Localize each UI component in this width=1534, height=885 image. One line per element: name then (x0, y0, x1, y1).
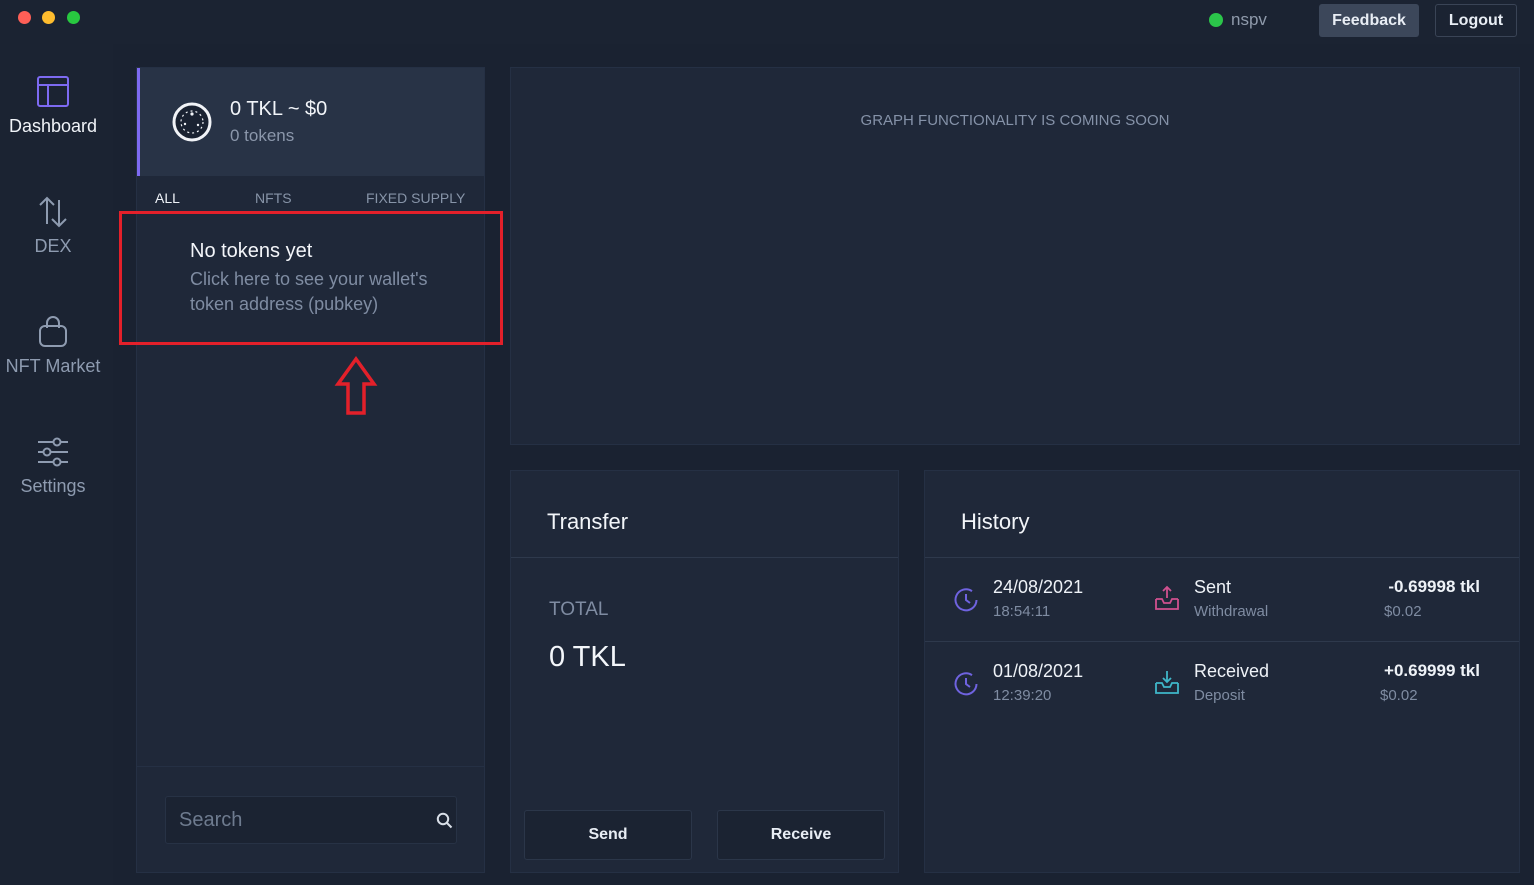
history-title: History (961, 509, 1030, 534)
tab-nfts[interactable]: NFTS (255, 190, 292, 206)
inbox-icon (1155, 671, 1179, 694)
total-label: TOTAL (549, 599, 609, 620)
history-subtype: Deposit (1194, 687, 1245, 704)
wallet-token-count: 0 tokens (230, 126, 295, 145)
annotation-arrow-up-icon (334, 356, 378, 415)
wallet-balance: 0 TKL ~ $0 (230, 98, 328, 120)
total-value: 0 TKL (549, 641, 626, 673)
swap-arrows-icon (39, 196, 67, 228)
search-icon[interactable] (436, 812, 453, 829)
transfer-title: Transfer (547, 509, 629, 534)
coin-icon (172, 102, 212, 142)
history-usd: $0.02 (1384, 603, 1422, 620)
history-time: 18:54:11 (993, 603, 1051, 620)
tab-fixed-supply[interactable]: FIXED SUPPLY (366, 190, 465, 206)
history-amount: +0.69999 tkl (1384, 661, 1480, 680)
tab-all[interactable]: ALL (155, 190, 180, 206)
receive-button[interactable]: Receive (717, 810, 885, 860)
search-input[interactable] (166, 797, 426, 843)
token-filter-tabs: ALL NFTS FIXED SUPPLY (137, 190, 484, 212)
sidebar: Dashboard DEX NFT Market Settings (0, 44, 113, 885)
annotation-highlight-box (119, 211, 503, 345)
graph-panel: GRAPH FUNCTIONALITY IS COMING SOON (510, 67, 1520, 445)
history-amount: -0.69998 tkl (1388, 577, 1480, 596)
history-panel: History 24/08/2021 18:54:11 Sent Withdra… (924, 470, 1520, 873)
history-usd: $0.02 (1380, 687, 1418, 704)
shopping-bag-icon (39, 316, 67, 347)
maximize-window-button[interactable] (67, 11, 80, 24)
search-box (165, 796, 457, 844)
history-time: 12:39:20 (993, 687, 1052, 704)
history-row[interactable]: 24/08/2021 18:54:11 Sent Withdrawal -0.6… (925, 558, 1519, 642)
dashboard-icon (37, 76, 69, 107)
wallet-panel: 0 TKL ~ $0 0 tokens ALL NFTS FIXED SUPPL… (136, 67, 485, 873)
send-button[interactable]: Send (524, 810, 692, 860)
history-row[interactable]: 01/08/2021 12:39:20 Received Deposit +0.… (925, 642, 1519, 726)
clock-icon (954, 588, 978, 612)
outbox-icon (1155, 585, 1179, 610)
graph-coming-soon-message: GRAPH FUNCTIONALITY IS COMING SOON (860, 112, 1170, 129)
transfer-panel: Transfer TOTAL 0 TKL Send Receive (510, 470, 899, 873)
history-type: Received (1194, 661, 1270, 681)
network-status-dot-icon (1209, 13, 1223, 27)
sidebar-item-label: NFT Market (5, 356, 101, 376)
sidebar-item-dex[interactable]: DEX (0, 194, 106, 257)
sidebar-item-settings[interactable]: Settings (0, 434, 106, 497)
wallet-summary-card[interactable]: 0 TKL ~ $0 0 tokens (137, 68, 484, 176)
title-bar: nspv Feedback Logout (0, 0, 1534, 44)
close-window-button[interactable] (18, 11, 31, 24)
sidebar-item-dashboard[interactable]: Dashboard (0, 74, 106, 137)
divider (511, 557, 898, 558)
history-subtype: Withdrawal (1194, 603, 1269, 620)
history-date: 01/08/2021 (993, 661, 1084, 681)
sidebar-item-label: Settings (20, 476, 86, 496)
history-date: 24/08/2021 (993, 577, 1084, 597)
sidebar-item-nft-market[interactable]: NFT Market (0, 314, 106, 377)
network-name: nspv (1231, 10, 1267, 29)
feedback-button[interactable]: Feedback (1319, 4, 1419, 37)
sliders-icon (38, 437, 68, 467)
sidebar-item-label: DEX (34, 236, 72, 256)
sidebar-item-label: Dashboard (8, 116, 98, 136)
search-section (137, 766, 484, 872)
minimize-window-button[interactable] (42, 11, 55, 24)
history-type: Sent (1194, 577, 1232, 597)
clock-icon (954, 672, 978, 696)
network-status: nspv (1209, 10, 1267, 30)
logout-button[interactable]: Logout (1435, 4, 1517, 37)
